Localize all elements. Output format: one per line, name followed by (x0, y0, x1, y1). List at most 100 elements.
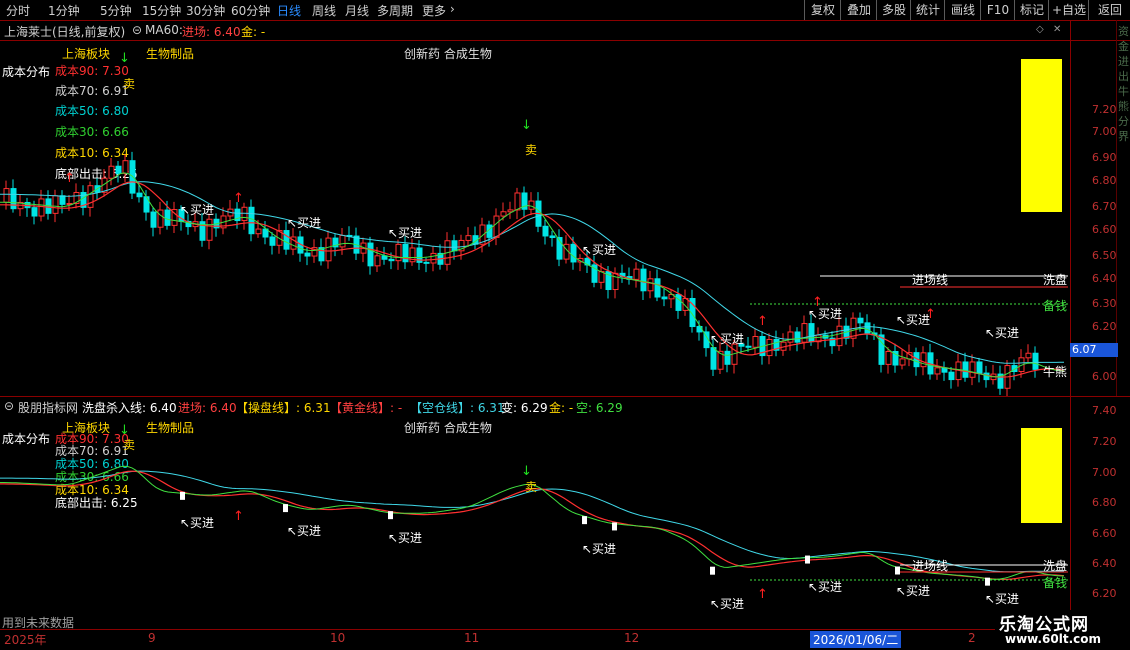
period-tab-monthly[interactable]: 月线 (345, 2, 369, 19)
dropdown-icon[interactable]: ⊝ (132, 23, 142, 37)
candle-body (255, 228, 262, 235)
close-icon[interactable]: ✕ (1053, 24, 1061, 35)
period-tab-timeshare[interactable]: 分时 (6, 2, 30, 19)
candle-body (241, 206, 248, 222)
candle-body (269, 236, 276, 246)
candle-body (640, 268, 647, 292)
buy-signal-label: ↖买进 (180, 516, 215, 530)
adjust-button[interactable]: 复权 (804, 0, 841, 20)
candle-body (948, 371, 955, 381)
candle-body (395, 243, 402, 262)
candle-body (752, 336, 759, 348)
buy-signal-label: ↖买进 (287, 524, 322, 538)
signal-mark (388, 511, 393, 520)
current-date-tag: 2026/01/06/二 (810, 631, 902, 648)
ma60-label: MA60: (145, 23, 183, 37)
overlay-button[interactable]: 叠加 (840, 0, 877, 20)
y-tick: 6.80 (1092, 174, 1117, 187)
period-tab-15min[interactable]: 15分钟 (142, 2, 181, 19)
top-toolbar: 分时 1分钟 5分钟 15分钟 30分钟 60分钟 日线 周线 月线 多周期 更… (0, 0, 1130, 21)
buy-signal-label: ↖买进 (287, 216, 322, 230)
sell-arrow-icon: ↓ (521, 464, 532, 479)
back-button[interactable]: 返回 (1088, 0, 1130, 20)
candle-body (808, 323, 815, 343)
signal-mark (283, 504, 288, 513)
period-tab-more[interactable]: 更多 (422, 2, 446, 19)
current-price-tag: 6.07 (1070, 343, 1118, 357)
time-label: 2 (968, 631, 976, 645)
sell-arrow-icon: ↓ (119, 51, 130, 66)
candle-body (612, 272, 619, 291)
time-label: 2025年 (4, 633, 47, 647)
candle-body (633, 268, 640, 280)
buy-signal-label: ↖买进 (388, 531, 423, 545)
sub-y-tick: 6.60 (1092, 527, 1117, 540)
buy-arrow-icon: ↑ (233, 509, 244, 524)
candle-body (745, 345, 752, 348)
time-label: 10 (330, 631, 346, 645)
sell-label: 卖 (525, 480, 538, 494)
candle-body (304, 252, 311, 257)
future-data-note: 用到未来数据 (2, 616, 75, 630)
brand-watermark: 乐淘公式网 www.60lt.com (995, 610, 1130, 650)
candle-body (374, 255, 381, 267)
candle-body (654, 278, 661, 298)
period-tab-multi[interactable]: 多周期 (377, 2, 413, 19)
candle-body (787, 331, 794, 343)
candle-body (878, 334, 885, 365)
period-tab-60min[interactable]: 60分钟 (231, 2, 270, 19)
candle-body (157, 209, 164, 228)
candle-body (493, 215, 500, 238)
period-tab-30min[interactable]: 30分钟 (186, 2, 225, 19)
candle-body (934, 367, 941, 375)
main-candlestick-chart (0, 151, 1068, 396)
wash-label: 洗盘 (1043, 273, 1068, 287)
mark-button[interactable]: 标记 (1014, 0, 1049, 20)
period-tab-1min[interactable]: 1分钟 (48, 2, 80, 19)
chevron-right-icon[interactable]: › (450, 2, 455, 16)
stock-title: 上海莱士(日线,前复权) (4, 25, 126, 39)
candle-body (766, 338, 773, 357)
draw-line-button[interactable]: 画线 (944, 0, 981, 20)
candle-body (451, 240, 458, 252)
brand-url: www.60lt.com (1005, 632, 1102, 646)
bull-bear-label: 牛熊 (1043, 365, 1068, 379)
candle-body (423, 261, 430, 264)
period-tab-5min[interactable]: 5分钟 (100, 2, 132, 19)
buy-signal-label: ↖买进 (985, 592, 1020, 606)
wash-label: 洗盘 (1043, 559, 1068, 573)
buy-signal-label: ↖买进 (808, 580, 843, 594)
sub-y-tick: 7.00 (1092, 466, 1117, 479)
y-tick: 6.40 (1092, 272, 1117, 285)
buy-signal-label: ↖买进 (180, 203, 215, 217)
stats-button[interactable]: 统计 (910, 0, 945, 20)
period-tab-daily[interactable]: 日线 (277, 2, 301, 19)
signal-mark (805, 555, 810, 564)
buy-signal-label: ↖买进 (710, 597, 745, 611)
candle-body (1025, 352, 1032, 359)
buy-signal-label: ↖买进 (985, 326, 1020, 340)
candle-body (647, 278, 654, 292)
time-label: 9 (148, 631, 156, 645)
candle-body (52, 195, 59, 214)
candle-body (661, 296, 668, 300)
candle-body (136, 192, 143, 198)
sub-y-tick: 6.20 (1092, 587, 1117, 600)
y-tick: 6.60 (1092, 223, 1117, 236)
sub-y-tick: 7.40 (1092, 404, 1117, 417)
y-tick: 6.20 (1092, 320, 1117, 333)
candle-body (38, 198, 45, 217)
candle-body (675, 294, 682, 311)
candle-body (388, 258, 395, 262)
add-watchlist-button[interactable]: +自选 (1048, 0, 1089, 20)
sub-y-tick: 6.80 (1092, 496, 1117, 509)
entry-label: 进场: 6.40 (182, 25, 241, 39)
multi-stock-button[interactable]: 多股 (876, 0, 911, 20)
candle-body (899, 358, 906, 366)
period-tab-weekly[interactable]: 周线 (312, 2, 336, 19)
buy-arrow-icon: ↑ (233, 191, 244, 206)
diamond-icon[interactable]: ◇ (1036, 24, 1044, 35)
f10-button[interactable]: F10 (980, 0, 1015, 20)
candle-body (108, 165, 115, 179)
candle-body (857, 317, 864, 324)
